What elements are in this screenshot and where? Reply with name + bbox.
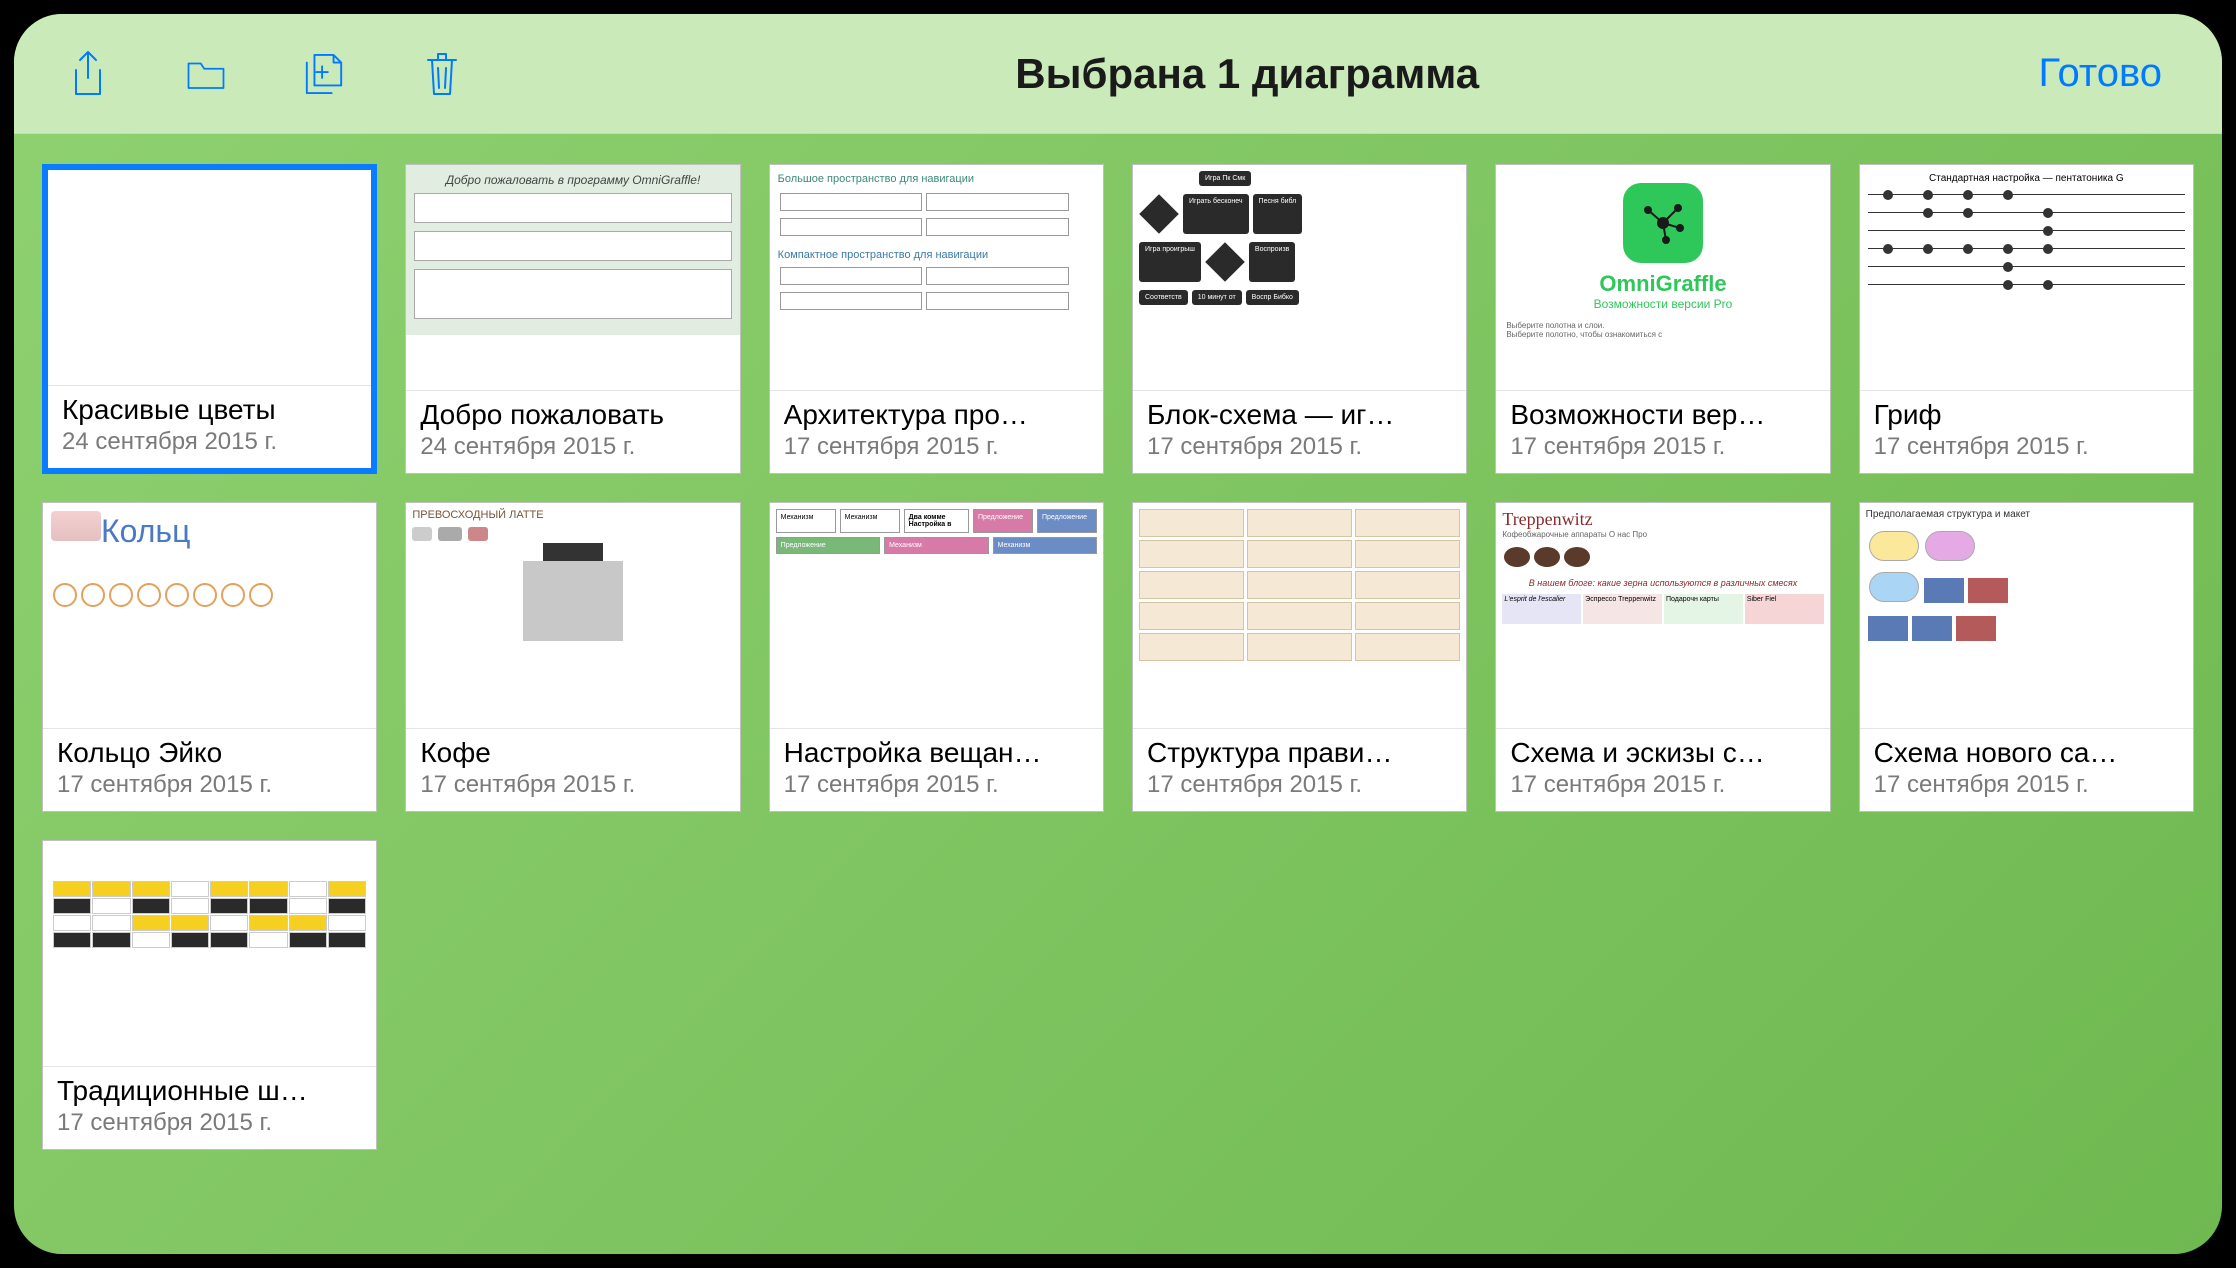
- document-preview: Предполагаемая структура и макет: [1860, 503, 2193, 728]
- document-preview: Игра Пк СмкИграть бесконечПесня библИгра…: [1133, 165, 1466, 390]
- document-date: 17 сентября 2015 г.: [1510, 433, 1815, 461]
- document-date: 17 сентября 2015 г.: [784, 771, 1089, 799]
- document-info: Гриф17 сентября 2015 г.: [1860, 390, 2193, 473]
- document-info: Настройка вещан…17 сентября 2015 г.: [770, 728, 1103, 811]
- document-card[interactable]: Красивые цветы24 сентября 2015 г.: [42, 164, 377, 474]
- document-card[interactable]: Большое пространство для навигацииКомпак…: [769, 164, 1104, 474]
- trash-icon: [421, 50, 463, 98]
- document-title: Схема и эскизы с…: [1510, 737, 1815, 769]
- document-info: Красивые цветы24 сентября 2015 г.: [48, 385, 371, 468]
- document-card[interactable]: Игра Пк СмкИграть бесконечПесня библИгра…: [1132, 164, 1467, 474]
- document-info: Структура прави…17 сентября 2015 г.: [1133, 728, 1466, 811]
- inner-frame: Выбрана 1 диаграмма Готово Красивые цвет…: [14, 14, 2222, 1254]
- document-date: 17 сентября 2015 г.: [1874, 771, 2179, 799]
- document-info: Архитектура про…17 сентября 2015 г.: [770, 390, 1103, 473]
- document-card[interactable]: ПРЕВОСХОДНЫЙ ЛАТТЕКофе17 сентября 2015 г…: [405, 502, 740, 812]
- document-date: 17 сентября 2015 г.: [57, 1109, 362, 1137]
- document-preview: [1133, 503, 1466, 728]
- document-preview: OmniGraffleВозможности версии ProВыберит…: [1496, 165, 1829, 390]
- document-preview: [43, 841, 376, 1066]
- document-title: Кофе: [420, 737, 725, 769]
- content-area: Красивые цветы24 сентября 2015 г.Добро п…: [14, 134, 2222, 1254]
- folder-button[interactable]: [182, 50, 230, 98]
- document-title: Традиционные ш…: [57, 1075, 362, 1107]
- document-info: Добро пожаловать24 сентября 2015 г.: [406, 390, 739, 473]
- document-preview: Добро пожаловать в программу OmniGraffle…: [406, 165, 739, 390]
- toolbar-left: [64, 50, 466, 98]
- document-info: Возможности вер…17 сентября 2015 г.: [1496, 390, 1829, 473]
- document-card[interactable]: Стандартная настройка — пентатоника GГри…: [1859, 164, 2194, 474]
- document-preview: ПРЕВОСХОДНЫЙ ЛАТТЕ: [406, 503, 739, 728]
- delete-button[interactable]: [418, 50, 466, 98]
- document-info: Традиционные ш…17 сентября 2015 г.: [43, 1066, 376, 1149]
- app-frame: Выбрана 1 диаграмма Готово Красивые цвет…: [0, 0, 2236, 1268]
- document-preview: Кольц: [43, 503, 376, 728]
- document-preview: Стандартная настройка — пентатоника G: [1860, 165, 2193, 390]
- share-button[interactable]: [64, 50, 112, 98]
- document-preview: TreppenwitzКофеобжарочные аппараты О нас…: [1496, 503, 1829, 728]
- document-date: 17 сентября 2015 г.: [784, 433, 1089, 461]
- document-date: 17 сентября 2015 г.: [1874, 433, 2179, 461]
- document-card[interactable]: TreppenwitzКофеобжарочные аппараты О нас…: [1495, 502, 1830, 812]
- document-date: 17 сентября 2015 г.: [1147, 771, 1452, 799]
- document-card[interactable]: Предполагаемая структура и макетСхема но…: [1859, 502, 2194, 812]
- document-date: 17 сентября 2015 г.: [420, 771, 725, 799]
- document-preview: Большое пространство для навигацииКомпак…: [770, 165, 1103, 390]
- document-card[interactable]: МеханизмМеханизмДва коммеНастройка вПред…: [769, 502, 1104, 812]
- document-title: Архитектура про…: [784, 399, 1089, 431]
- duplicate-button[interactable]: [300, 50, 348, 98]
- document-title: Кольцо Эйко: [57, 737, 362, 769]
- document-info: Кофе17 сентября 2015 г.: [406, 728, 739, 811]
- document-info: Схема и эскизы с…17 сентября 2015 г.: [1496, 728, 1829, 811]
- document-info: Блок-схема — иг…17 сентября 2015 г.: [1133, 390, 1466, 473]
- document-title: Структура прави…: [1147, 737, 1452, 769]
- document-card[interactable]: Традиционные ш…17 сентября 2015 г.: [42, 840, 377, 1150]
- duplicate-icon: [303, 50, 345, 98]
- document-preview: МеханизмМеханизмДва коммеНастройка вПред…: [770, 503, 1103, 728]
- document-grid: Красивые цветы24 сентября 2015 г.Добро п…: [42, 164, 2194, 1150]
- document-title: Гриф: [1874, 399, 2179, 431]
- document-card[interactable]: КольцКольцо Эйко17 сентября 2015 г.: [42, 502, 377, 812]
- document-title: Возможности вер…: [1510, 399, 1815, 431]
- document-info: Кольцо Эйко17 сентября 2015 г.: [43, 728, 376, 811]
- document-info: Схема нового са…17 сентября 2015 г.: [1860, 728, 2193, 811]
- document-preview: [48, 170, 371, 385]
- document-title: Добро пожаловать: [420, 399, 725, 431]
- document-title: Настройка вещан…: [784, 737, 1089, 769]
- done-button[interactable]: Готово: [2028, 51, 2172, 96]
- share-icon: [67, 50, 109, 98]
- document-date: 17 сентября 2015 г.: [57, 771, 362, 799]
- document-date: 24 сентября 2015 г.: [420, 433, 725, 461]
- document-title: Схема нового са…: [1874, 737, 2179, 769]
- document-title: Красивые цветы: [62, 394, 357, 426]
- document-date: 24 сентября 2015 г.: [62, 428, 357, 456]
- folder-icon: [185, 50, 227, 98]
- toolbar: Выбрана 1 диаграмма Готово: [14, 14, 2222, 134]
- page-title: Выбрана 1 диаграмма: [466, 50, 2028, 98]
- document-date: 17 сентября 2015 г.: [1510, 771, 1815, 799]
- document-card[interactable]: Добро пожаловать в программу OmniGraffle…: [405, 164, 740, 474]
- document-card[interactable]: OmniGraffleВозможности версии ProВыберит…: [1495, 164, 1830, 474]
- document-date: 17 сентября 2015 г.: [1147, 433, 1452, 461]
- document-title: Блок-схема — иг…: [1147, 399, 1452, 431]
- document-card[interactable]: Структура прави…17 сентября 2015 г.: [1132, 502, 1467, 812]
